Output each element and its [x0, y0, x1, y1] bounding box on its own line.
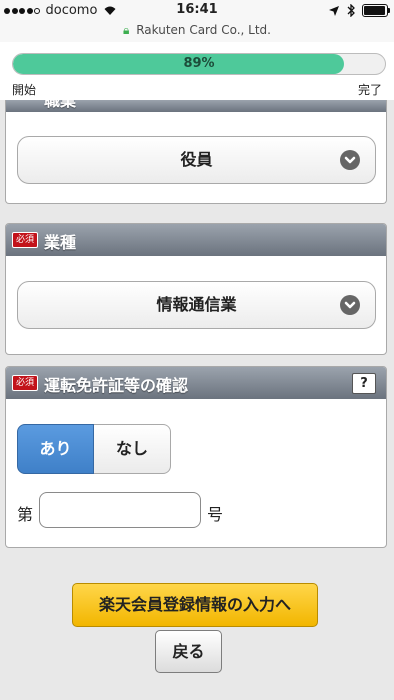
license-panel-title: 運転免許証等の確認 — [44, 376, 189, 395]
battery-level — [364, 6, 385, 15]
position-panel-header: 職業 — [6, 100, 386, 112]
position-panel: 職業 役員 — [5, 100, 387, 204]
battery-icon — [362, 4, 390, 17]
progress-end-label: 完了 — [357, 83, 382, 97]
back-button[interactable]: 戻る — [155, 630, 222, 673]
license-number-prefix: 第 — [17, 505, 34, 524]
industry-panel: 必須 業種 情報通信業 — [5, 223, 387, 355]
status-right — [329, 4, 390, 17]
industry-panel-header: 必須 業種 — [6, 224, 386, 256]
url-site: Rakuten Card Co., Ltd. — [136, 23, 271, 37]
industry-select-value: 情報通信業 — [156, 295, 237, 314]
url-bar[interactable]: 🔒︎ Rakuten Card Co., Ltd. — [0, 22, 394, 42]
chevron-down-icon — [340, 150, 360, 170]
progress-bar: 89% — [12, 53, 386, 75]
lock-icon: 🔒︎ — [122, 23, 130, 37]
license-panel: 必須 運転免許証等の確認 ? あり なし 第 号 — [5, 366, 387, 548]
progress-start-label: 開始 — [12, 83, 37, 97]
next-button[interactable]: 楽天会員登録情報の入力へ — [72, 583, 318, 627]
help-button[interactable]: ? — [352, 373, 376, 394]
position-select[interactable]: 役員 — [17, 136, 376, 184]
license-option-no[interactable]: なし — [94, 424, 171, 474]
status-bar: docomo 16:41 — [0, 0, 394, 22]
chevron-down-icon — [340, 295, 360, 315]
license-panel-header: 必須 運転免許証等の確認 ? — [6, 367, 386, 399]
position-panel-title: 職業 — [44, 100, 77, 110]
position-select-value: 役員 — [180, 150, 213, 169]
progress-label: 89% — [183, 56, 215, 71]
license-option-yes[interactable]: あり — [17, 424, 94, 474]
license-number-input[interactable] — [39, 492, 201, 528]
required-badge: 必須 — [12, 232, 39, 248]
license-radio-group: あり なし — [17, 424, 172, 474]
progress-section: 89% 開始 完了 — [0, 42, 394, 100]
location-arrow-icon — [329, 5, 339, 16]
required-badge: 必須 — [12, 375, 39, 391]
license-number-suffix: 号 — [207, 505, 224, 524]
industry-select[interactable]: 情報通信業 — [17, 281, 376, 329]
industry-panel-title: 業種 — [44, 233, 77, 252]
bluetooth-icon — [347, 4, 355, 17]
